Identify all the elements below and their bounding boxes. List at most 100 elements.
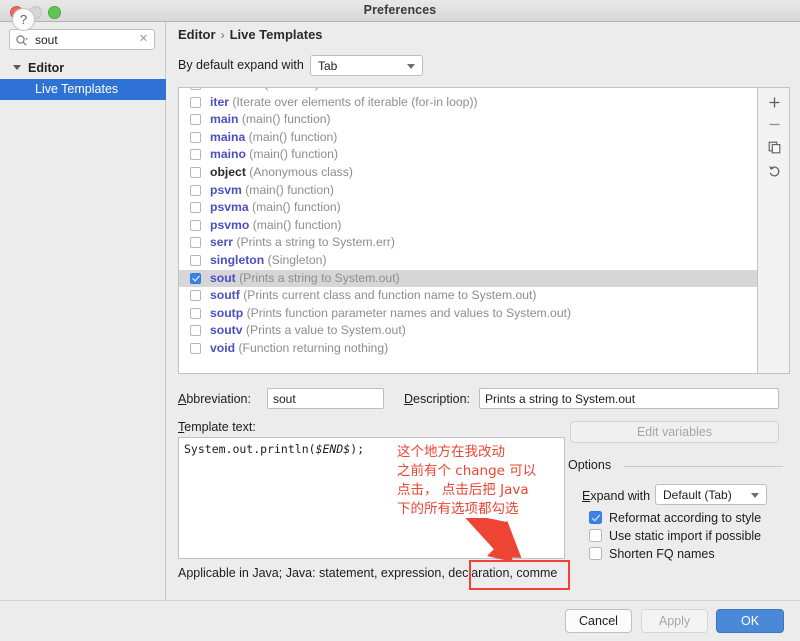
template-abbreviation: soutp [210, 306, 243, 320]
template-row[interactable]: interface (interface) [179, 87, 757, 94]
template-row[interactable]: psvmo (main() function) [179, 217, 757, 235]
checkbox-icon[interactable] [190, 185, 201, 196]
search-input[interactable] [35, 30, 135, 49]
template-abbreviation: maino [210, 147, 246, 161]
code-suffix: ); [350, 442, 364, 456]
checkbox-icon[interactable] [190, 87, 201, 90]
template-row[interactable]: psvma (main() function) [179, 199, 757, 217]
option-shorten-fq-label: Shorten FQ names [609, 547, 715, 561]
add-template-button[interactable] [764, 93, 784, 113]
cancel-button[interactable]: Cancel [565, 609, 632, 633]
template-description: (main() function) [242, 112, 331, 126]
checkbox-icon[interactable] [190, 255, 201, 266]
ok-button[interactable]: OK [716, 609, 784, 633]
chevron-down-icon[interactable] [13, 65, 21, 70]
template-row[interactable]: serr (Prints a string to System.err) [179, 234, 757, 252]
list-toolbar [758, 87, 790, 374]
window-title: Preferences [0, 3, 800, 17]
chevron-down-icon [751, 493, 759, 498]
template-abbreviation: soutf [210, 288, 240, 302]
abbreviation-label-rest: bbreviation: [186, 392, 251, 406]
template-abbreviation: psvm [210, 183, 242, 197]
breadcrumb-parent[interactable]: Editor [178, 27, 216, 42]
template-abbreviation: singleton [210, 253, 264, 267]
option-use-static-import[interactable]: Use static import if possible [589, 527, 761, 545]
revert-template-button[interactable] [764, 161, 784, 181]
option-shorten-fq-names[interactable]: Shorten FQ names [589, 545, 715, 563]
default-expand-value: Tab [318, 58, 337, 74]
duplicate-template-button[interactable] [764, 138, 784, 158]
checkbox-icon[interactable] [190, 343, 201, 354]
expand-with-dropdown[interactable]: Default (Tab) [655, 484, 767, 505]
checkbox-icon[interactable] [190, 167, 201, 178]
abbreviation-input[interactable] [267, 388, 384, 409]
template-row[interactable]: maino (main() function) [179, 146, 757, 164]
description-input[interactable] [479, 388, 779, 409]
checkbox-icon[interactable] [190, 149, 201, 160]
checkbox-icon[interactable] [190, 97, 201, 108]
template-row[interactable]: psvm (main() function) [179, 182, 757, 200]
template-description: (Prints current class and function name … [243, 288, 536, 302]
template-row[interactable]: sout (Prints a string to System.out) [179, 270, 757, 288]
option-reformat-according-to-style[interactable]: Reformat according to style [589, 509, 761, 527]
template-abbreviation: maina [210, 130, 245, 144]
template-row[interactable]: soutp (Prints function parameter names a… [179, 305, 757, 323]
options-title: Options [568, 458, 617, 472]
help-button[interactable]: ? [12, 8, 35, 31]
checkbox-icon[interactable] [190, 220, 201, 231]
checkbox-icon[interactable] [190, 237, 201, 248]
annotation-arrow-icon [455, 518, 560, 573]
template-abbreviation: object [210, 165, 246, 179]
template-description: (Singleton) [268, 253, 327, 267]
template-row[interactable]: maina (main() function) [179, 129, 757, 147]
template-abbreviation: soutv [210, 323, 243, 337]
checkbox-icon[interactable] [190, 308, 201, 319]
breadcrumb-separator-icon: › [221, 28, 225, 42]
sidebar-item-live-templates[interactable]: Live Templates [0, 79, 166, 100]
checkbox-icon[interactable] [190, 325, 201, 336]
remove-template-button[interactable] [764, 115, 784, 135]
template-row[interactable]: soutf (Prints current class and function… [179, 287, 757, 305]
expand-with-value: Default (Tab) [663, 487, 732, 503]
template-row[interactable]: soutv (Prints a value to System.out) [179, 322, 757, 340]
live-templates-list[interactable]: interface (interface)iter (Iterate over … [178, 87, 758, 374]
description-label-rest: escription: [413, 392, 470, 406]
template-row[interactable]: singleton (Singleton) [179, 252, 757, 270]
checkbox-icon[interactable] [589, 529, 602, 542]
template-abbreviation: main [210, 112, 238, 126]
description-label: Description: [404, 392, 470, 406]
settings-search-box[interactable]: ✕ [9, 29, 155, 50]
chinese-annotation-text: 这个地方在我改动 之前有个 change 可以 点击， 点击后把 Java 下的… [397, 443, 565, 519]
template-description: (Prints a value to System.out) [246, 323, 406, 337]
revert-icon [768, 164, 781, 177]
template-abbreviation: psvma [210, 200, 249, 214]
search-icon [15, 34, 29, 47]
checkbox-icon[interactable] [589, 511, 602, 524]
template-description: (Anonymous class) [249, 165, 353, 179]
edit-variables-button[interactable]: Edit variables [570, 421, 779, 443]
preferences-dialog: Preferences ✕ Editor Live Templates Edit… [0, 0, 800, 641]
template-row[interactable]: void (Function returning nothing) [179, 340, 757, 358]
template-description: (Prints a string to System.out) [239, 271, 400, 285]
template-description: (Function returning nothing) [238, 341, 388, 355]
template-text-label: Template text: [178, 420, 256, 434]
checkbox-icon[interactable] [589, 547, 602, 560]
default-expand-dropdown[interactable]: Tab [310, 55, 423, 76]
checkbox-icon[interactable] [190, 202, 201, 213]
checkbox-icon[interactable] [190, 132, 201, 143]
checkbox-icon[interactable] [190, 273, 201, 284]
apply-button[interactable]: Apply [641, 609, 708, 633]
template-description: (interface) [264, 87, 319, 91]
clear-search-icon[interactable]: ✕ [137, 33, 150, 46]
checkbox-icon[interactable] [190, 290, 201, 301]
breadcrumb: Editor › Live Templates [178, 27, 323, 42]
template-row[interactable]: iter (Iterate over elements of iterable … [179, 94, 757, 112]
template-row[interactable]: main (main() function) [179, 111, 757, 129]
checkbox-icon[interactable] [190, 114, 201, 125]
sidebar-item-live-templates-label: Live Templates [35, 82, 118, 96]
sidebar-group-editor[interactable]: Editor [0, 58, 166, 79]
template-description: (main() function) [252, 200, 341, 214]
breadcrumb-current: Live Templates [230, 27, 323, 42]
template-row[interactable]: object (Anonymous class) [179, 164, 757, 182]
template-description: (main() function) [245, 183, 334, 197]
